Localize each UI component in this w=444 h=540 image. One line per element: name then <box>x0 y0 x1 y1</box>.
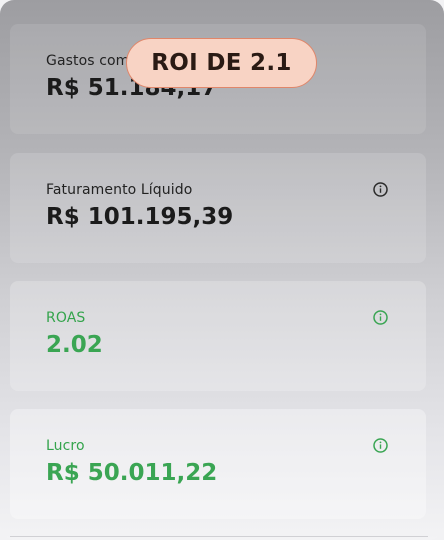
card-value-roas: 2.02 <box>46 332 103 358</box>
card-roas: ROAS 2.02 <box>10 281 426 391</box>
card-value-lucro: R$ 50.011,22 <box>46 460 218 486</box>
divider <box>10 536 428 537</box>
card-label-lucro: Lucro <box>46 438 85 454</box>
card-label-faturamento: Faturamento Líquido <box>46 182 193 198</box>
card-lucro: Lucro R$ 50.011,22 <box>10 409 426 519</box>
card-label-roas: ROAS <box>46 310 86 326</box>
info-icon[interactable] <box>373 182 388 197</box>
metrics-screen: Gastos com R$ 51.184,17 Faturamento Líqu… <box>0 0 444 540</box>
info-icon[interactable] <box>373 438 388 453</box>
card-faturamento-liquido: Faturamento Líquido R$ 101.195,39 <box>10 153 426 263</box>
card-value-faturamento: R$ 101.195,39 <box>46 204 234 230</box>
info-icon[interactable] <box>373 310 388 325</box>
roi-badge: ROI DE 2.1 <box>126 38 317 88</box>
